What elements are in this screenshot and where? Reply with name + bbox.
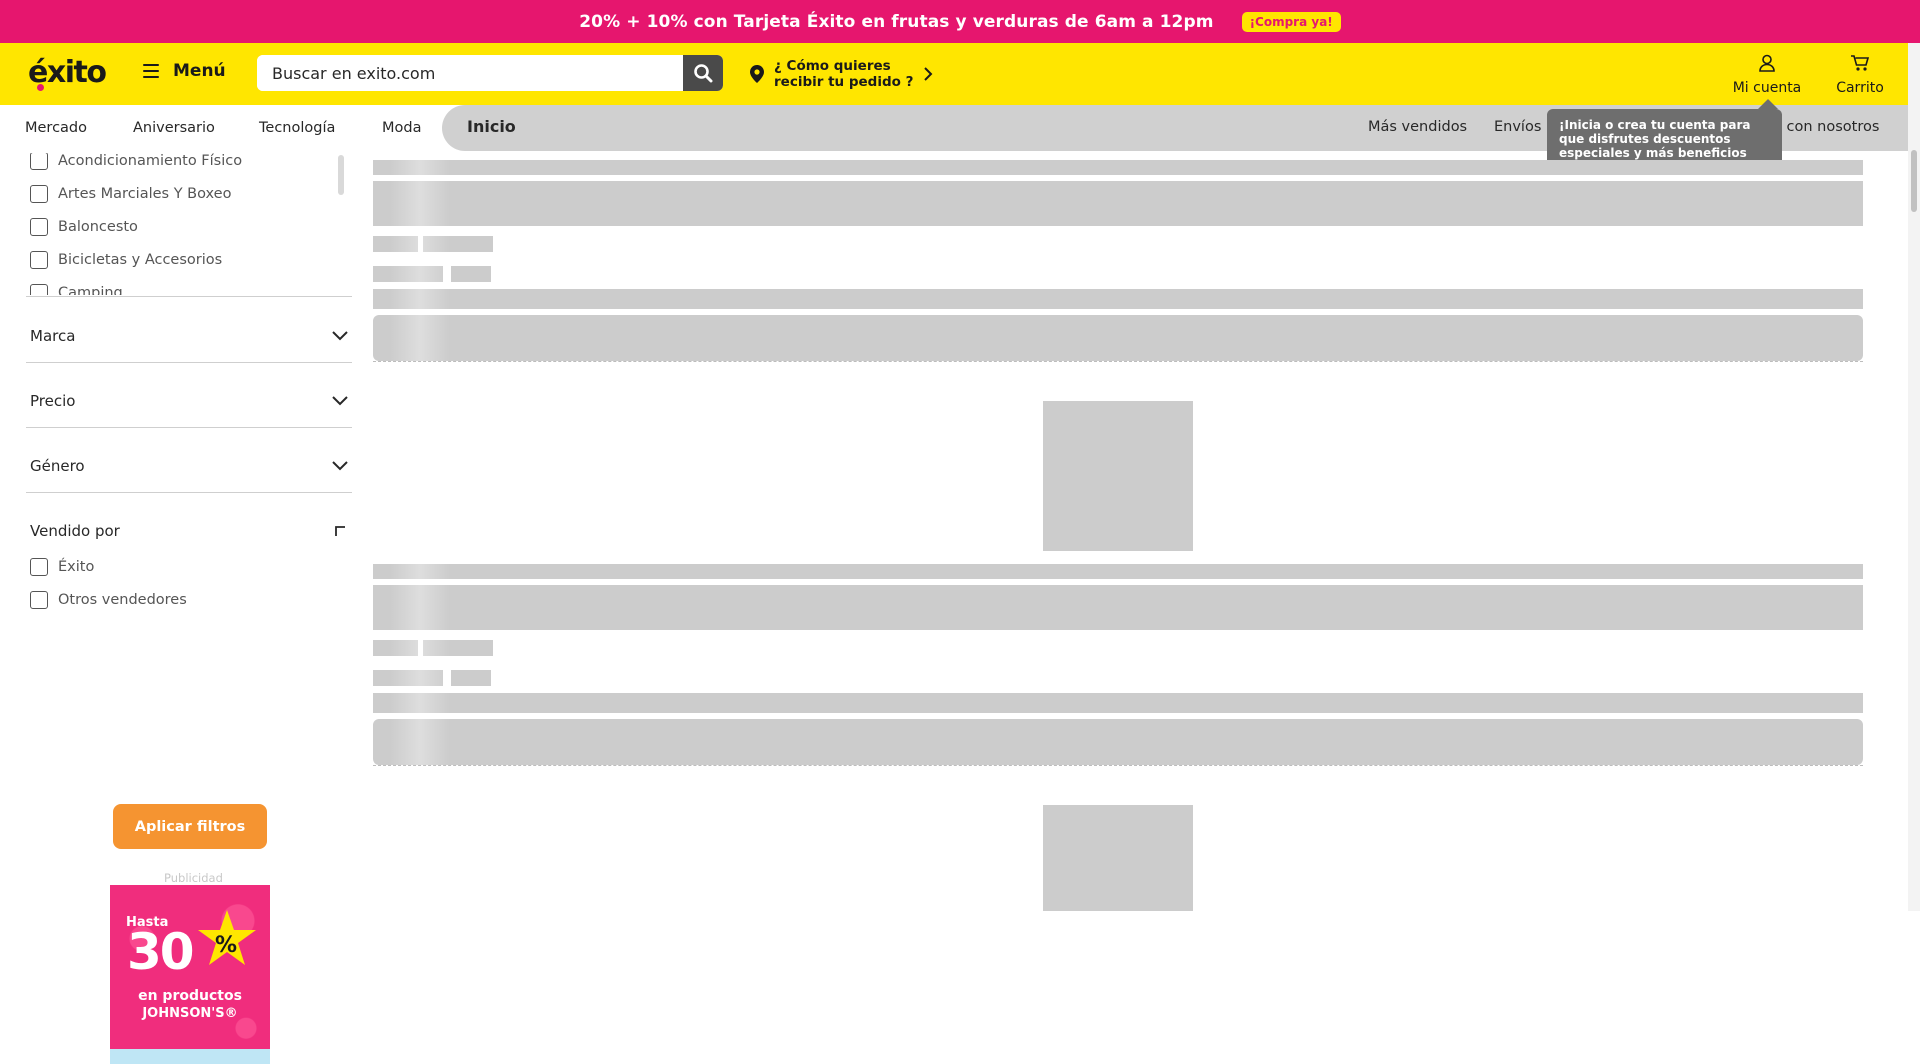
filter-option-label: Baloncesto [58, 218, 138, 235]
johnsons-ad-banner[interactable]: Hasta 30 % en productos JOHNSON'S® [110, 885, 270, 1064]
link-mas-vendidos[interactable]: Más vendidos [1368, 119, 1467, 135]
checkbox[interactable] [30, 557, 48, 576]
filters-sidebar: Acondicionamiento Físico Artes Marciales… [0, 153, 360, 1064]
delivery-line-2: recibir tu pedido ? [774, 74, 914, 90]
sold-by-options: Éxito Otros vendedores [30, 550, 187, 616]
divider [26, 427, 352, 428]
promo-banner[interactable]: 20% + 10% con Tarjeta Éxito en frutas y … [0, 0, 1920, 43]
account-button[interactable]: Mi cuenta [1730, 54, 1804, 96]
filter-option[interactable]: Baloncesto [30, 210, 348, 243]
tooltip-arrow [1758, 99, 1778, 109]
checkbox[interactable] [30, 283, 48, 295]
filter-option-label: Artes Marciales Y Boxeo [58, 185, 232, 202]
facet-label: Género [30, 457, 85, 475]
chevron-down-icon [332, 396, 348, 406]
facet-vendido-por[interactable]: Vendido por [30, 516, 348, 546]
ad-percent-sign: % [215, 933, 238, 958]
link-con-nosotros[interactable]: e con nosotros [1773, 119, 1879, 135]
account-label: Mi cuenta [1732, 80, 1802, 96]
search-box [257, 55, 723, 91]
skeleton-bar [373, 181, 1863, 226]
page-scrollbar-thumb[interactable] [1911, 150, 1917, 212]
filter-option-label: Bicicletas y Accesorios [58, 251, 223, 268]
breadcrumb-home[interactable]: Inicio [467, 117, 516, 136]
facet-label: Precio [30, 392, 76, 410]
filter-option-label: Acondicionamiento Físico [58, 153, 243, 169]
facet-label: Vendido por [30, 522, 120, 540]
skeleton-bar [373, 585, 1863, 630]
filter-option[interactable]: Artes Marciales Y Boxeo [30, 177, 348, 210]
skeleton-button [373, 719, 1863, 765]
filter-option[interactable]: Acondicionamiento Físico [30, 153, 348, 177]
skeleton-bar [373, 289, 1863, 309]
filter-list-scrollbar[interactable] [338, 155, 344, 195]
user-icon [1759, 54, 1775, 72]
skeleton-bar [373, 160, 1863, 175]
divider [26, 296, 352, 297]
facet-precio[interactable]: Precio [30, 386, 348, 416]
checkbox[interactable] [30, 590, 48, 609]
delivery-selector[interactable]: ¿ Cómo quieres recibir tu pedido ? [750, 58, 933, 90]
promo-text: 20% + 10% con Tarjeta Éxito en frutas y … [579, 11, 1214, 32]
facet-marca[interactable]: Marca [30, 321, 348, 351]
advertising-label: Publicidad [164, 871, 223, 885]
sold-by-option-otros[interactable]: Otros vendedores [30, 583, 187, 616]
sold-by-option-label: Otros vendedores [58, 591, 187, 608]
checkbox[interactable] [30, 184, 48, 203]
delivery-text: ¿ Cómo quieres recibir tu pedido ? [774, 58, 913, 90]
sold-by-option-exito[interactable]: Éxito [30, 550, 187, 583]
chevron-down-icon [332, 331, 348, 341]
menu-label: Menú [173, 61, 226, 81]
filter-option[interactable]: Camping [30, 276, 348, 295]
skeleton-divider [373, 765, 1863, 766]
nav-item-tecnologia[interactable]: Tecnología [259, 120, 335, 136]
ad-discount-number: 30 [127, 923, 195, 981]
search-input[interactable] [257, 55, 682, 91]
skeleton-shimmer [390, 564, 450, 765]
location-pin-icon [750, 65, 764, 83]
ad-line-1: en productos [138, 988, 242, 1004]
divider [26, 492, 352, 493]
checkbox[interactable] [30, 250, 48, 269]
nav-item-mercado[interactable]: Mercado [25, 120, 87, 136]
ad-line-2: JOHNSON'S® [142, 1006, 238, 1021]
cart-button[interactable]: Carrito [1832, 54, 1888, 96]
cart-label: Carrito [1836, 80, 1884, 96]
skeleton-chip [451, 266, 491, 282]
cart-icon [1851, 55, 1870, 71]
filter-option[interactable]: Bicicletas y Accesorios [30, 243, 348, 276]
sold-by-option-label: Éxito [58, 558, 95, 575]
skeleton-button [373, 315, 1863, 361]
checkbox[interactable] [30, 153, 48, 170]
apply-filters-button[interactable]: Aplicar filtros [113, 804, 267, 849]
search-icon [694, 64, 713, 83]
search-button[interactable] [683, 55, 723, 91]
category-filter-list[interactable]: Acondicionamiento Físico Artes Marciales… [30, 153, 348, 295]
menu-button[interactable]: Menú [143, 61, 226, 81]
facet-genero[interactable]: Género [30, 451, 348, 481]
hamburger-icon [143, 64, 159, 79]
nav-item-moda[interactable]: Moda [382, 120, 421, 136]
chevron-down-icon [332, 461, 348, 471]
filter-option-label: Camping [58, 284, 123, 296]
logo-dot [37, 84, 44, 91]
chevron-right-icon [924, 67, 933, 81]
divider [26, 362, 352, 363]
ad-bottom-strip [110, 1049, 270, 1064]
skeleton-image [1043, 805, 1193, 911]
facet-label: Marca [30, 327, 76, 345]
skeleton-shimmer [390, 160, 450, 361]
skeleton-chip [451, 670, 491, 686]
checkbox[interactable] [30, 217, 48, 236]
delivery-line-1: ¿ Cómo quieres [774, 58, 891, 74]
promo-cta-button[interactable]: ¡Compra ya! [1241, 11, 1341, 32]
collapse-corner-icon [335, 526, 345, 536]
nav-item-aniversario[interactable]: Aniversario [133, 120, 215, 136]
skeleton-bar [373, 693, 1863, 713]
skeleton-image [1043, 401, 1193, 551]
skeleton-bar [373, 564, 1863, 579]
skeleton-divider [373, 361, 1863, 362]
main-header: éxito Menú ¿ Cómo quieres recibir tu ped… [0, 43, 1908, 105]
